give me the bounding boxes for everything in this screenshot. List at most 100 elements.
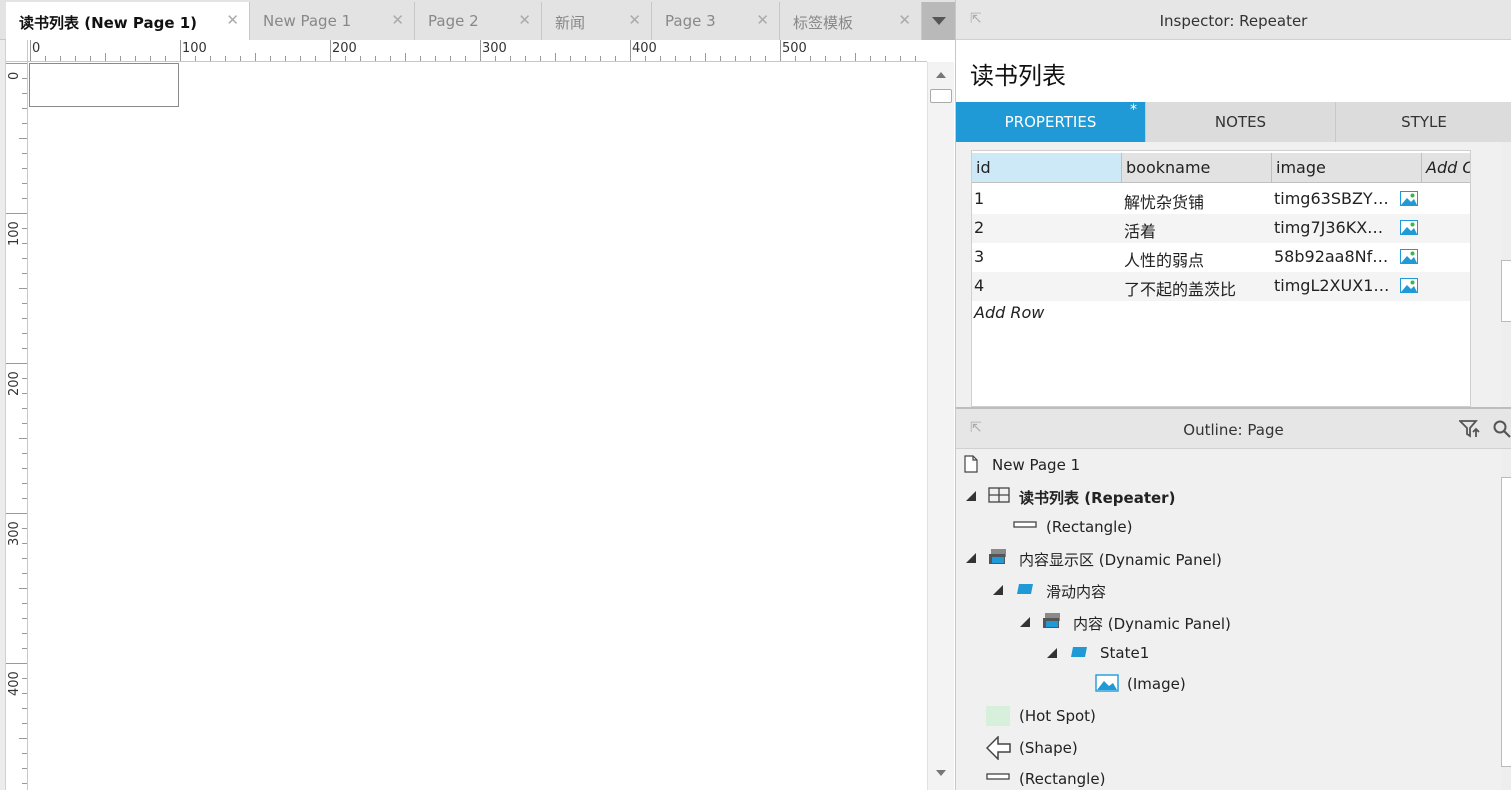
scroll-up-icon[interactable] (936, 72, 946, 78)
column-header-image[interactable]: image (1272, 153, 1422, 183)
ruler-tick (120, 56, 121, 61)
ruler-tick (22, 243, 27, 244)
scroll-thumb[interactable] (1501, 260, 1511, 322)
ruler-tick (22, 168, 27, 169)
tab-page-2[interactable]: Page 2 ✕ (415, 2, 542, 40)
expand-arrow-icon[interactable] (966, 553, 976, 563)
outline-item-hotspot[interactable]: (Hot Spot) (956, 701, 1496, 731)
canvas-vertical-scrollbar[interactable] (927, 62, 954, 790)
inspector-scrollbar[interactable] (1501, 142, 1511, 407)
cell-bookname[interactable]: 解忧杂货铺 (1124, 189, 1204, 213)
tab-properties[interactable]: PROPERTIES * (956, 102, 1146, 142)
search-icon[interactable] (1493, 420, 1511, 438)
column-header-id[interactable]: id (972, 153, 1122, 183)
cell-id[interactable]: 3 (974, 247, 984, 266)
ruler-tick (22, 273, 27, 274)
ruler-tick (540, 56, 541, 61)
ruler-tick (22, 708, 27, 709)
table-row[interactable]: 3 人性的弱点 58b92aa8Nf… (972, 243, 1470, 272)
image-import-icon[interactable] (1400, 278, 1418, 293)
expand-arrow-icon[interactable] (993, 585, 1003, 595)
cell-image[interactable]: 58b92aa8Nf… (1274, 247, 1392, 266)
outline-item-page[interactable]: New Page 1 (956, 450, 1496, 480)
scroll-thumb[interactable] (930, 89, 952, 103)
close-icon[interactable]: ✕ (756, 11, 769, 29)
cell-id[interactable]: 1 (974, 189, 984, 208)
ruler-tick (22, 558, 27, 559)
table-row[interactable]: 2 活着 timg7J36KX… (972, 214, 1470, 243)
tab-page-3[interactable]: Page 3 ✕ (652, 2, 780, 40)
widget-name-field[interactable]: 读书列表 (970, 56, 1066, 91)
outline-scrollbar[interactable] (1501, 449, 1511, 790)
image-import-icon[interactable] (1400, 220, 1418, 235)
outline-item-state[interactable]: 滑动内容 (956, 575, 1496, 605)
outline-item-rectangle[interactable]: (Rectangle) (956, 512, 1496, 542)
outline-item-label: New Page 1 (992, 456, 1081, 474)
image-import-icon[interactable] (1400, 191, 1418, 206)
ruler-label: 200 (332, 41, 357, 56)
ruler-tick (22, 468, 27, 469)
ruler-tick (570, 56, 571, 61)
cell-bookname[interactable]: 活着 (1124, 218, 1156, 242)
design-canvas[interactable] (29, 63, 927, 790)
ruler-tick (22, 693, 27, 694)
repeater-widget-placeholder[interactable] (29, 63, 179, 107)
column-header-bookname[interactable]: bookname (1122, 153, 1272, 183)
outline-item-dynamic-panel[interactable]: 内容 (Dynamic Panel) (956, 607, 1496, 637)
ruler-tick (22, 378, 27, 379)
outline-item-state[interactable]: State1 (956, 638, 1496, 668)
outline-item-rectangle[interactable]: (Rectangle) (956, 764, 1496, 790)
outline-item-image[interactable]: (Image) (956, 669, 1496, 699)
ruler-tick (22, 768, 27, 769)
tab-reading-list[interactable]: 读书列表 (New Page 1) ✕ (6, 2, 250, 41)
tab-notes[interactable]: NOTES (1146, 102, 1336, 142)
cell-bookname[interactable]: 人性的弱点 (1124, 247, 1204, 271)
filter-icon[interactable] (1459, 420, 1481, 438)
cell-id[interactable]: 2 (974, 218, 984, 237)
close-icon[interactable]: ✕ (628, 11, 641, 29)
cell-image[interactable]: timgL2XUX1… (1274, 276, 1392, 295)
cell-image[interactable]: timg63SBZY… (1274, 189, 1392, 208)
ruler-tick (360, 56, 361, 61)
ruler-tick (285, 56, 286, 61)
ruler-tick (19, 438, 27, 439)
expand-arrow-icon[interactable] (1020, 617, 1030, 627)
outline-item-label: (Shape) (1019, 739, 1078, 757)
tab-news[interactable]: 新闻 ✕ (542, 2, 652, 40)
close-icon[interactable]: ✕ (391, 11, 404, 29)
cell-image[interactable]: timg7J36KX… (1274, 218, 1392, 237)
outline-item-dynamic-panel[interactable]: 内容显示区 (Dynamic Panel) (956, 543, 1496, 573)
close-icon[interactable]: ✕ (226, 11, 239, 29)
tab-style[interactable]: STYLE (1336, 102, 1511, 142)
outline-item-repeater[interactable]: 读书列表 (Repeater) (956, 481, 1496, 511)
table-row[interactable]: 1 解忧杂货铺 timg63SBZY… (972, 185, 1470, 214)
close-icon[interactable]: ✕ (898, 11, 911, 29)
ruler-tick (22, 258, 27, 259)
expand-arrow-icon[interactable] (966, 491, 976, 501)
ruler-tick (480, 40, 481, 61)
inspector-panel: ⇱ Inspector: Repeater 读书列表 PROPERTIES * … (955, 0, 1511, 407)
ruler-tick (75, 56, 76, 61)
table-row[interactable]: 4 了不起的盖茨比 timgL2XUX1… (972, 272, 1470, 301)
image-import-icon[interactable] (1400, 249, 1418, 264)
outline-item-shape[interactable]: (Shape) (956, 733, 1496, 763)
scroll-thumb[interactable] (1501, 477, 1511, 767)
expand-arrow-icon[interactable] (1047, 648, 1057, 658)
ruler-tick (22, 678, 27, 679)
chevron-down-icon (932, 17, 946, 25)
tab-tag-template[interactable]: 标签模板 ✕ (780, 2, 922, 40)
ruler-tick (315, 56, 316, 61)
tab-label: STYLE (1401, 113, 1447, 131)
cell-bookname[interactable]: 了不起的盖茨比 (1124, 276, 1236, 300)
cell-id[interactable]: 4 (974, 276, 984, 295)
add-column-button[interactable]: Add C (1422, 153, 1470, 183)
close-icon[interactable]: ✕ (518, 11, 531, 29)
outline-item-label: State1 (1100, 644, 1150, 662)
tab-list-dropdown-button[interactable] (922, 2, 955, 40)
tab-new-page-1[interactable]: New Page 1 ✕ (250, 2, 415, 40)
add-row-button[interactable]: Add Row (974, 303, 1044, 322)
ruler-tick (19, 288, 27, 289)
scroll-down-icon[interactable] (936, 770, 946, 776)
repeater-dataset-grid[interactable]: id bookname image Add C 1 解忧杂货铺 timg63SB… (971, 150, 1471, 407)
ruler-tick (22, 123, 27, 124)
